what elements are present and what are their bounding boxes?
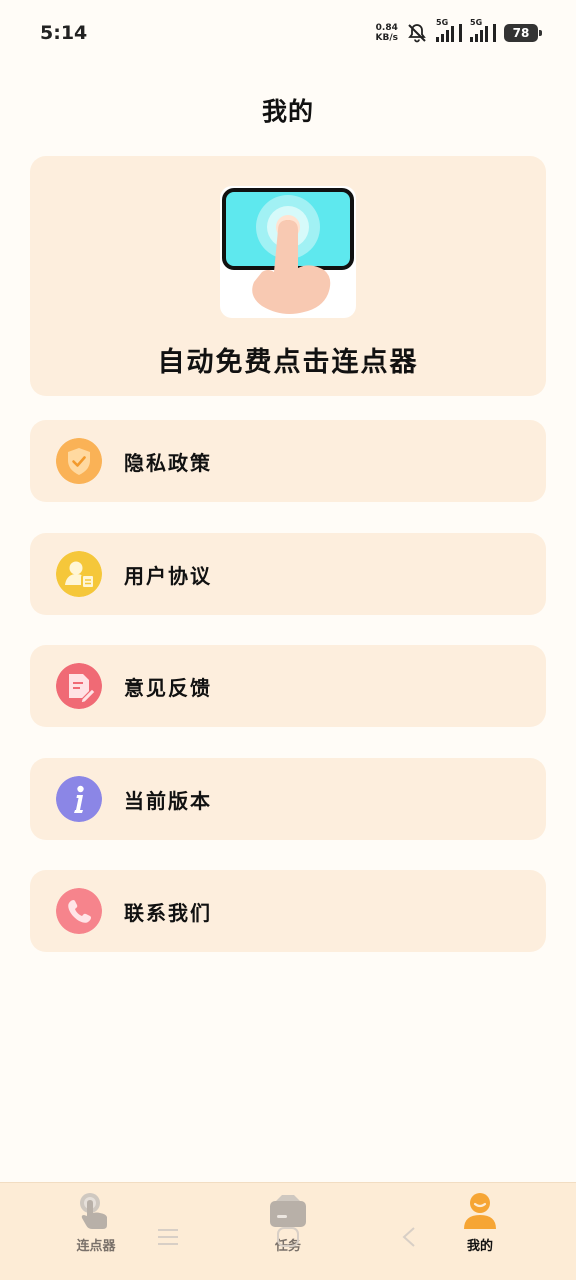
info-icon	[56, 776, 102, 822]
profile-icon	[464, 1193, 496, 1229]
task-folder-icon	[270, 1195, 306, 1227]
status-icons: 0.84 KB/s 5G 5G 78	[376, 18, 542, 43]
signal-bar	[451, 26, 454, 42]
signal-bar	[493, 24, 496, 42]
home-gesture-icon[interactable]	[276, 1226, 300, 1248]
signal-sim1-icon: 5G	[436, 18, 462, 42]
network-speed-value: 0.84	[375, 23, 398, 33]
status-time: 5:14	[40, 22, 88, 44]
page-title: 我的	[261, 97, 314, 126]
mute-bell-icon	[408, 24, 426, 43]
signal-bar	[446, 30, 449, 42]
app-hero-card: 自动免费点击连点器	[30, 156, 546, 396]
signal-bar	[475, 34, 478, 42]
menu-label: 意见反馈	[124, 675, 212, 700]
menu-label: 联系我们	[124, 900, 212, 925]
tab-mine[interactable]: 我的	[420, 1183, 540, 1280]
network-speed-unit: KB/s	[375, 33, 398, 43]
menu-label: 隐私政策	[124, 450, 212, 475]
tap-finger-icon	[80, 1193, 107, 1229]
phone-icon	[56, 888, 102, 934]
menu-item-user-agreement[interactable]: 用户协议	[30, 533, 546, 615]
signal-bar	[441, 34, 444, 42]
menu-label: 当前版本	[124, 788, 212, 813]
menu-gesture-icon[interactable]	[156, 1226, 180, 1248]
menu-item-current-version[interactable]: 当前版本	[30, 758, 546, 840]
sim1-network-type: 5G	[436, 18, 449, 27]
signal-bar	[436, 37, 439, 42]
sim2-network-type: 5G	[470, 18, 483, 27]
tap-screen-icon	[220, 186, 356, 318]
battery-indicator: 78	[504, 24, 542, 42]
feedback-edit-icon	[56, 663, 102, 709]
signal-sim2-icon: 5G	[470, 18, 496, 42]
signal-bar	[485, 26, 488, 42]
back-gesture-icon[interactable]	[398, 1226, 422, 1248]
menu-item-contact-us[interactable]: 联系我们	[30, 870, 546, 952]
menu-label: 用户协议	[124, 563, 212, 588]
signal-bar	[470, 37, 473, 42]
menu-item-privacy-policy[interactable]: 隐私政策	[30, 420, 546, 502]
user-document-icon	[56, 551, 102, 597]
menu-item-feedback[interactable]: 意见反馈	[30, 645, 546, 727]
network-speed: 0.84 KB/s	[376, 23, 398, 43]
app-name: 自动免费点击连点器	[157, 347, 419, 378]
nav-label: 连点器	[76, 1239, 116, 1254]
tab-clicker[interactable]: 连点器	[36, 1183, 156, 1280]
shield-check-icon	[56, 438, 102, 484]
signal-bar	[459, 24, 462, 42]
nav-label: 我的	[466, 1239, 493, 1254]
status-bar: 5:14 0.84 KB/s 5G 5G 78	[0, 0, 576, 66]
signal-bar	[480, 30, 483, 42]
